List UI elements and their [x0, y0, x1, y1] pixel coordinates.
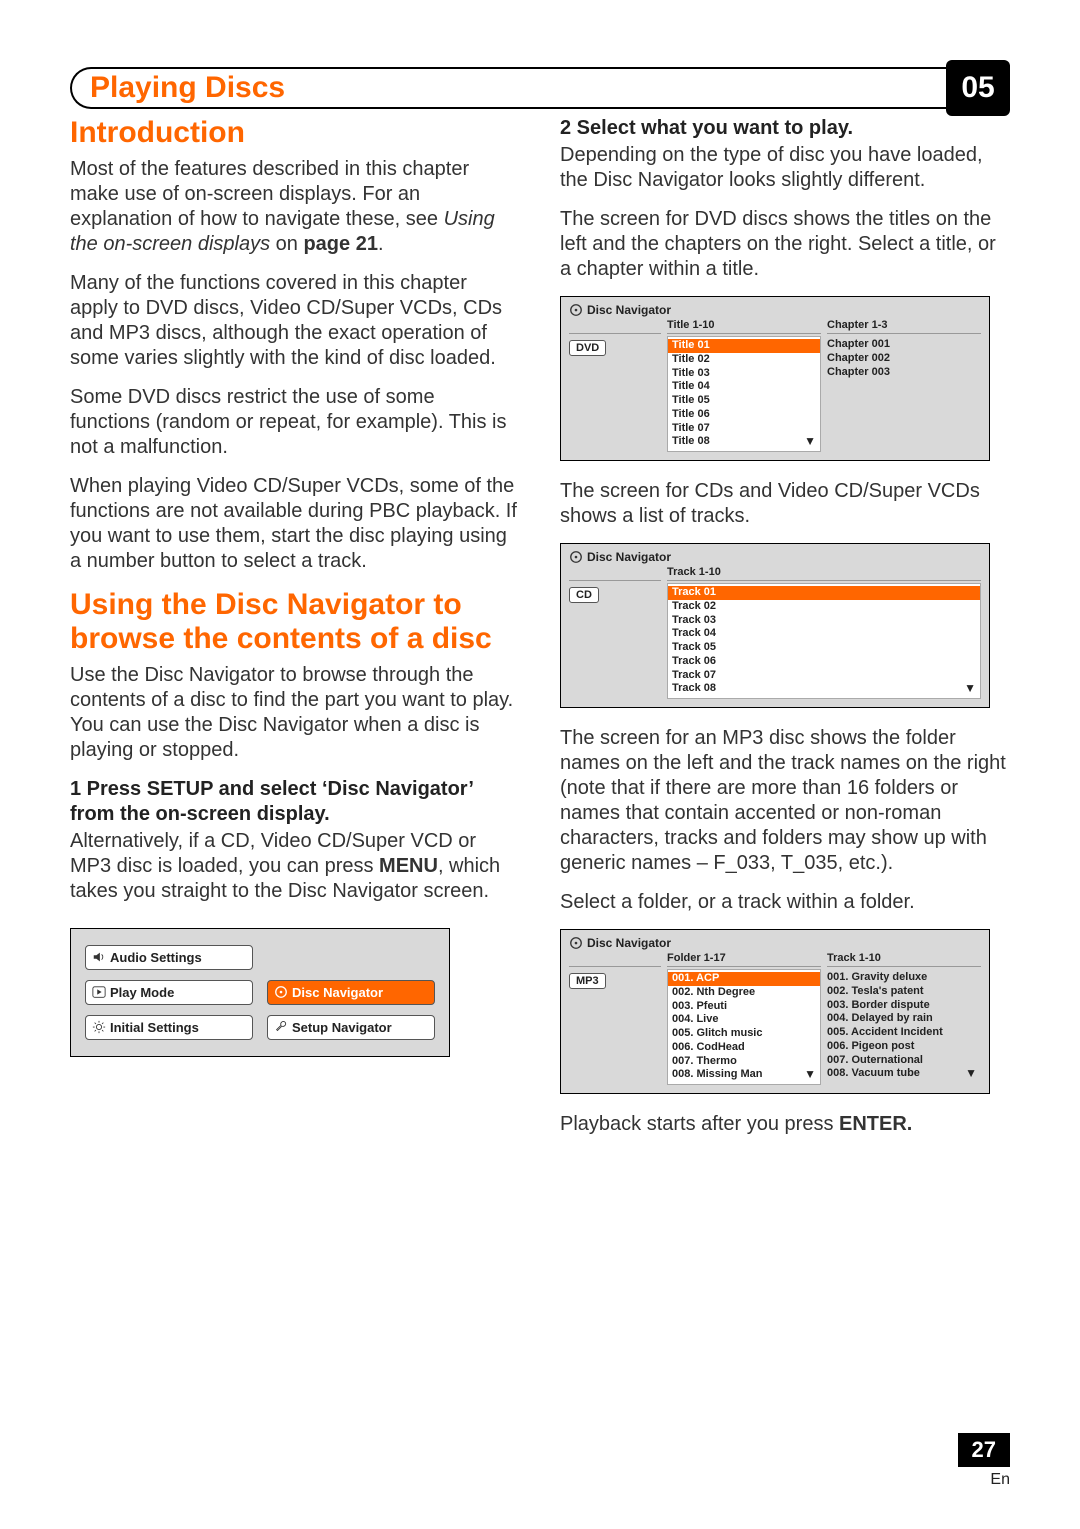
title-column-header: Title 1-10 [667, 319, 821, 334]
list-item: 007. Thermo [672, 1055, 816, 1069]
list-item: Title 03 [672, 367, 816, 381]
list-item: 008. Vacuum tube [827, 1067, 981, 1081]
list-item: 004. Live [672, 1013, 816, 1027]
step-2-body-1: Depending on the type of disc you have l… [560, 143, 1010, 193]
arrow-down-icon: ▼ [964, 681, 976, 696]
intro-paragraph-3: Some DVD discs restrict the use of some … [70, 385, 520, 460]
mp3-navigator-screenshot: Disc Navigator MP3 Folder 1-17 001. ACP … [560, 929, 990, 1094]
setup-menu-screenshot: Audio Settings Play Mode Disc Navigator [70, 928, 450, 1057]
list-item: Title 07 [672, 422, 816, 436]
gear-icon [92, 1020, 106, 1034]
arrow-down-icon: ▼ [965, 1066, 977, 1081]
intro-paragraph-1: Most of the features described in this c… [70, 157, 520, 257]
list-item: 003. Border dispute [827, 999, 981, 1013]
list-item: 002. Nth Degree [672, 986, 816, 1000]
nav-paragraph-1: Use the Disc Navigator to browse through… [70, 663, 520, 763]
mp3-track-list: 001. Gravity deluxe 002. Tesla's patent … [827, 969, 981, 1083]
list-item: Title 04 [672, 380, 816, 394]
list-item: Track 05 [672, 641, 976, 655]
list-item: Track 01 [668, 586, 980, 600]
dvd-navigator-screenshot: Disc Navigator DVD Title 1-10 Title 01 T… [560, 296, 990, 461]
chapter-column-header: Chapter 1-3 [827, 319, 981, 334]
chapter-title: Playing Discs [90, 71, 293, 105]
list-item: Track 02 [672, 600, 976, 614]
menu-disc-navigator: Disc Navigator [267, 980, 435, 1005]
dvd-tag: DVD [569, 340, 606, 356]
title-list: Title 01 Title 02 Title 03 Title 04 Titl… [667, 336, 821, 452]
page-footer: 27 En [958, 1433, 1010, 1489]
step-2: 2 Select what you want to play. [560, 116, 1010, 141]
list-item: 004. Delayed by rain [827, 1012, 981, 1026]
page-header: Playing Discs 05 [70, 60, 1010, 116]
step-1: 1 Press SETUP and select ‘Disc Navigator… [70, 777, 520, 827]
list-item: 003. Pfeuti [672, 1000, 816, 1014]
track-column-header: Track 1-10 [827, 952, 981, 967]
mp3-paragraph-2: Select a folder, or a track within a fol… [560, 890, 1010, 915]
page-number: 27 [958, 1433, 1010, 1467]
disc-icon [569, 303, 583, 317]
folder-list: 001. ACP 002. Nth Degree 003. Pfeuti 004… [667, 969, 821, 1085]
arrow-down-icon: ▼ [804, 1067, 816, 1082]
cd-navigator-screenshot: Disc Navigator CD Track 1-10 Track 01 Tr… [560, 543, 990, 708]
chapter-number-badge: 05 [946, 60, 1010, 116]
disc-icon [569, 550, 583, 564]
list-item: Chapter 002 [827, 352, 981, 366]
step-2-body-2: The screen for DVD discs shows the title… [560, 207, 1010, 282]
menu-initial-settings: Initial Settings [85, 1015, 253, 1040]
mp3-tag: MP3 [569, 973, 606, 989]
enter-paragraph: Playback starts after you press ENTER. [560, 1112, 1010, 1137]
track-list: Track 01 Track 02 Track 03 Track 04 Trac… [667, 583, 981, 699]
heading-disc-navigator: Using the Disc Navigator to browse the c… [70, 588, 520, 657]
play-icon [92, 985, 106, 999]
list-item: Track 03 [672, 614, 976, 628]
list-item: Track 07 [672, 669, 976, 683]
list-item: Track 08 [672, 682, 976, 696]
language-label: En [958, 1471, 1010, 1489]
list-item: 002. Tesla's patent [827, 985, 981, 999]
left-column: Introduction Most of the features descri… [70, 116, 520, 1151]
menu-play-mode: Play Mode [85, 980, 253, 1005]
menu-setup-navigator: Setup Navigator [267, 1015, 435, 1040]
heading-introduction: Introduction [70, 116, 520, 151]
menu-audio-settings: Audio Settings [85, 945, 253, 970]
arrow-down-icon: ▼ [804, 434, 816, 449]
list-item: Title 05 [672, 394, 816, 408]
list-item: 005. Glitch music [672, 1027, 816, 1041]
list-item: 001. ACP [668, 972, 820, 986]
step-1-body: Alternatively, if a CD, Video CD/Super V… [70, 829, 520, 904]
list-item: 007. Outernational [827, 1054, 981, 1068]
right-column: 2 Select what you want to play. Dependin… [560, 116, 1010, 1151]
list-item: 006. Pigeon post [827, 1040, 981, 1054]
cd-paragraph: The screen for CDs and Video CD/Super VC… [560, 479, 1010, 529]
list-item: Track 04 [672, 627, 976, 641]
list-item: Title 02 [672, 353, 816, 367]
list-item: 001. Gravity deluxe [827, 971, 981, 985]
list-item: 006. CodHead [672, 1041, 816, 1055]
speaker-icon [92, 950, 106, 964]
list-item: Track 06 [672, 655, 976, 669]
intro-paragraph-4: When playing Video CD/Super VCDs, some o… [70, 474, 520, 574]
list-item: Chapter 001 [827, 338, 981, 352]
list-item: 008. Missing Man [672, 1068, 816, 1082]
list-item: Title 01 [668, 339, 820, 353]
list-item: Title 06 [672, 408, 816, 422]
disc-icon [569, 936, 583, 950]
mp3-paragraph-1: The screen for an MP3 disc shows the fol… [560, 726, 1010, 876]
wrench-icon [274, 1020, 288, 1034]
list-item: 005. Accident Incident [827, 1026, 981, 1040]
chapter-list: Chapter 001 Chapter 002 Chapter 003 [827, 336, 981, 436]
list-item: Chapter 003 [827, 366, 981, 380]
track-column-header: Track 1-10 [667, 566, 981, 581]
list-item: Title 08 [672, 435, 816, 449]
disc-icon [274, 985, 288, 999]
folder-column-header: Folder 1-17 [667, 952, 821, 967]
intro-paragraph-2: Many of the functions covered in this ch… [70, 271, 520, 371]
cd-tag: CD [569, 587, 599, 603]
